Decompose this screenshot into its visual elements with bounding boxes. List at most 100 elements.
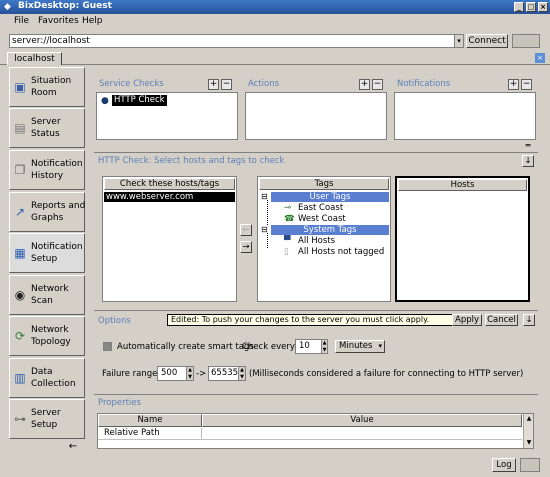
scroll-down-icon[interactable]: ▼ — [524, 438, 533, 448]
tree-item-all-hosts-not-tagged[interactable]: All Hosts not tagged — [298, 247, 384, 257]
hosts-header: Hosts — [398, 179, 527, 191]
tree-item-system-tags[interactable]: System Tags — [271, 225, 389, 235]
range-arrow: -> — [196, 369, 207, 379]
topology-icon: ⟳ — [14, 329, 26, 343]
tree-item-user-tags[interactable]: User Tags — [271, 192, 389, 202]
remove-notification-button[interactable]: − — [521, 79, 532, 90]
splitter-handle-icon[interactable]: ═ — [522, 142, 534, 151]
sidebar-item-label: Network Scan — [31, 284, 69, 306]
maximize-button[interactable]: □ — [526, 2, 536, 12]
auto-smart-tags-label: Automatically create smart tags — [117, 342, 254, 352]
sidebar-item-network-scan[interactable]: ◉ Network Scan — [9, 275, 85, 315]
properties-section: Properties Name Value Relative Path ▲ ▼ — [94, 394, 538, 450]
service-check-item[interactable]: HTTP Check — [112, 95, 167, 106]
server-setup-icon: ⊶ — [14, 412, 26, 426]
graph-icon: ↗ — [14, 205, 26, 219]
cancel-button[interactable]: Cancel — [485, 314, 518, 326]
checked-host-item[interactable]: www.webserver.com — [104, 192, 235, 202]
status-bar: Log — [0, 455, 550, 477]
failure-note: (Milliseconds considered a failure for c… — [249, 369, 524, 379]
status-indicator — [520, 458, 540, 472]
remove-service-check-button[interactable]: − — [221, 79, 232, 90]
remove-from-check-arrow-icon[interactable]: ← — [240, 224, 252, 236]
connection-indicator — [512, 34, 540, 48]
server-address-input[interactable]: server://localhost — [9, 34, 462, 48]
app-icon: ◆ — [4, 2, 11, 12]
close-window-button[interactable]: × — [538, 2, 548, 12]
log-button[interactable]: Log — [492, 458, 516, 472]
notifications-title: Notifications — [397, 79, 451, 89]
check-every-spinner-icon[interactable]: ▲ ▼ — [321, 339, 328, 354]
notification-icon: ▦ — [14, 246, 26, 260]
property-row-relative-path[interactable]: Relative Path — [98, 428, 202, 440]
apply-button[interactable]: Apply — [452, 314, 482, 326]
tree-item-west-coast[interactable]: West Coast — [298, 214, 346, 224]
properties-title: Properties — [98, 398, 141, 408]
failure-max-spinner-icon[interactable]: ▲ ▼ — [238, 366, 246, 381]
tag-icon: ⊸ — [284, 203, 292, 213]
properties-scrollbar[interactable]: ▲ ▼ — [523, 414, 533, 448]
data-icon: ▥ — [14, 371, 26, 385]
actions-list — [245, 92, 387, 140]
http-check-title: HTTP Check: Select hosts and tags to che… — [98, 156, 285, 166]
address-dropdown-button[interactable]: ▾ — [454, 34, 464, 48]
collapse-http-check-button[interactable]: ↓ — [522, 155, 534, 167]
add-action-button[interactable]: + — [359, 79, 370, 90]
menu-favorites[interactable]: Favorites — [38, 16, 79, 26]
sidebar-item-notification-history[interactable]: ❐ Notification History — [9, 150, 85, 190]
add-service-check-button[interactable]: + — [208, 79, 219, 90]
properties-name-header: Name — [98, 414, 202, 427]
sidebar-item-server-setup[interactable]: ⊶ Server Setup — [9, 399, 85, 439]
sidebar-item-label: Server Status — [31, 117, 61, 139]
tree-item-all-hosts[interactable]: All Hosts — [298, 236, 335, 246]
sidebar-item-network-topology[interactable]: ⟳ Network Topology — [9, 316, 85, 356]
globe-icon: ● — [101, 96, 109, 106]
sidebar-item-label: Reports and Graphs — [31, 201, 86, 223]
service-checks-panel: Service Checks + − ● HTTP Check — [96, 76, 238, 140]
auto-smart-tags-checkbox[interactable] — [103, 342, 112, 351]
window-title: BixDesktop: Guest — [18, 1, 112, 11]
remove-action-button[interactable]: − — [372, 79, 383, 90]
document-icon: ▯ — [284, 247, 289, 257]
sidebar-item-label: Situation Room — [31, 76, 72, 98]
sidebar-item-label: Notification Setup — [31, 242, 83, 264]
sidebar-item-reports-and-graphs[interactable]: ↗ Reports and Graphs — [9, 192, 85, 232]
sidebar-item-data-collection[interactable]: ▥ Data Collection — [9, 358, 85, 398]
monitor-icon: ▣ — [14, 80, 26, 94]
menu-file[interactable]: File — [14, 16, 29, 26]
actions-panel: Actions + − — [245, 76, 387, 140]
tree-line — [267, 233, 268, 248]
hosts-list: Hosts — [395, 176, 530, 302]
close-tab-icon[interactable]: × — [535, 53, 545, 63]
check-every-unit-select[interactable]: Minutes ▾ — [335, 340, 385, 353]
notifications-list — [394, 92, 536, 140]
properties-value-header: Value — [202, 414, 522, 427]
hosts-icon: ▀ — [284, 236, 291, 246]
menu-help[interactable]: Help — [82, 16, 103, 26]
sidebar-item-server-status[interactable]: ▤ Server Status — [9, 108, 85, 148]
phone-icon: ☎ — [284, 214, 295, 224]
chevron-down-icon: ▾ — [378, 342, 382, 350]
notifications-panel: Notifications + − — [394, 76, 536, 140]
sidebar-item-notification-setup[interactable]: ▦ Notification Setup — [9, 233, 85, 273]
scroll-up-icon[interactable]: ▲ — [524, 414, 533, 424]
tags-header: Tags — [259, 178, 389, 190]
add-notification-button[interactable]: + — [508, 79, 519, 90]
minimize-button[interactable]: _ — [514, 2, 524, 12]
server-icon: ▤ — [14, 121, 26, 135]
add-to-check-arrow-icon[interactable]: → — [240, 241, 252, 253]
tree-item-east-coast[interactable]: East Coast — [298, 203, 343, 213]
menu-bar: File Favorites Help — [0, 14, 550, 30]
failure-min-spinner-icon[interactable]: ▲ ▼ — [186, 366, 194, 381]
property-value-cell[interactable] — [202, 428, 522, 440]
documents-icon: ❐ — [14, 163, 26, 177]
check-every-unit-value: Minutes — [339, 341, 373, 351]
sidebar-collapse-arrow-icon[interactable]: ← — [60, 441, 86, 455]
edited-message: Edited: To push your changes to the serv… — [167, 314, 453, 326]
sidebar-item-situation-room[interactable]: ▣ Situation Room — [9, 67, 85, 107]
service-checks-title: Service Checks — [99, 79, 164, 89]
check-hosts-tags-header: Check these hosts/tags — [104, 178, 235, 190]
collapse-options-button[interactable]: ↓ — [523, 314, 535, 326]
tab-localhost[interactable]: localhost — [7, 52, 62, 65]
connect-button[interactable]: Connect — [466, 34, 508, 48]
